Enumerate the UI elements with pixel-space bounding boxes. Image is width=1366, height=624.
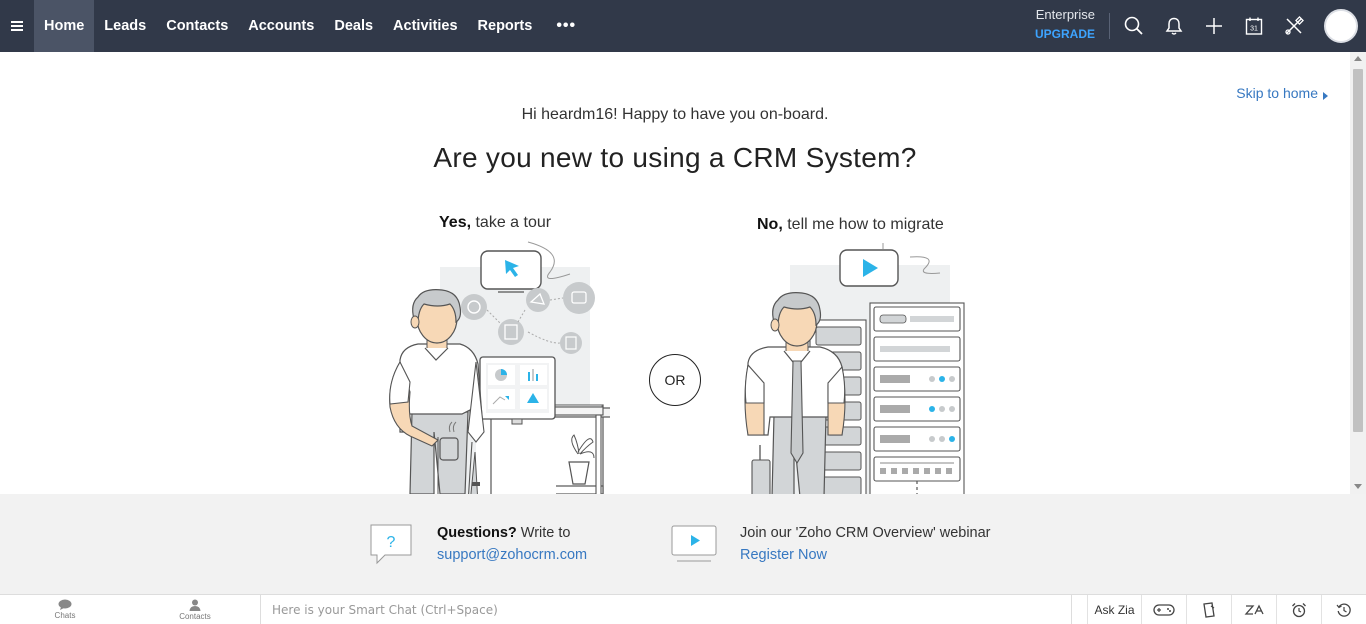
skip-label: Skip to home bbox=[1236, 85, 1318, 101]
skip-to-home-link[interactable]: Skip to home bbox=[1236, 85, 1328, 101]
calendar-day: 31 bbox=[1250, 26, 1258, 33]
questions-block: ? Questions? Write to support@zohocrm.co… bbox=[369, 494, 587, 594]
alarm-clock-icon[interactable] bbox=[1276, 595, 1321, 624]
scroll-thumb[interactable] bbox=[1353, 69, 1363, 432]
question-mark: ? bbox=[387, 534, 396, 551]
more-tabs-icon[interactable]: ••• bbox=[542, 0, 590, 52]
video-screen-icon bbox=[671, 525, 717, 562]
top-right-tools: Enterprise UPGRADE 31 bbox=[1035, 0, 1366, 52]
ask-zia-button[interactable]: Ask Zia bbox=[1087, 595, 1141, 624]
gamepad-icon[interactable] bbox=[1141, 595, 1186, 624]
history-icon[interactable] bbox=[1321, 595, 1366, 624]
chats-tab[interactable]: Chats bbox=[0, 595, 130, 624]
top-navigation-bar: Home Leads Contacts Accounts Deals Activ… bbox=[0, 0, 1366, 52]
nav-tab-accounts[interactable]: Accounts bbox=[238, 0, 324, 52]
webinar-block: Join our 'Zoho CRM Overview' webinar Reg… bbox=[671, 494, 991, 594]
option-no-bold: No, bbox=[757, 216, 783, 233]
nav-tab-reports[interactable]: Reports bbox=[468, 0, 543, 52]
nav-tab-leads[interactable]: Leads bbox=[94, 0, 156, 52]
option-yes-text: take a tour bbox=[471, 214, 552, 231]
user-avatar[interactable] bbox=[1324, 9, 1358, 43]
nav-tab-contacts[interactable]: Contacts bbox=[156, 0, 238, 52]
or-divider: OR bbox=[649, 354, 701, 406]
search-icon[interactable] bbox=[1114, 0, 1154, 52]
setup-tools-icon[interactable] bbox=[1274, 0, 1314, 52]
migrate-illustration[interactable] bbox=[740, 235, 970, 494]
nav-tab-activities[interactable]: Activities bbox=[383, 0, 467, 52]
option-migrate[interactable]: No, tell me how to migrate bbox=[757, 216, 944, 234]
main-nav: Home Leads Contacts Accounts Deals Activ… bbox=[34, 0, 590, 52]
nav-tab-deals[interactable]: Deals bbox=[324, 0, 383, 52]
bottom-bar: Chats Contacts Here is your Smart Chat (… bbox=[0, 594, 1366, 624]
option-yes-bold: Yes, bbox=[439, 214, 472, 231]
plan-info: Enterprise UPGRADE bbox=[1035, 7, 1110, 42]
webinar-label: Join our 'Zoho CRM Overview' webinar bbox=[740, 525, 991, 541]
option-take-tour[interactable]: Yes, take a tour bbox=[439, 214, 551, 232]
scroll-up-icon[interactable] bbox=[1354, 56, 1362, 61]
edition-label: Enterprise bbox=[1035, 6, 1095, 22]
zia-icon[interactable] bbox=[1231, 595, 1276, 624]
scroll-down-icon[interactable] bbox=[1354, 484, 1362, 489]
greeting-text: Hi heardm16! Happy to have you on-board. bbox=[521, 106, 829, 123]
chats-label: Chats bbox=[54, 611, 76, 620]
upgrade-link[interactable]: UPGRADE bbox=[1035, 26, 1095, 42]
help-band: ? Questions? Write to support@zohocrm.co… bbox=[0, 494, 1366, 594]
option-no-text: tell me how to migrate bbox=[782, 216, 944, 233]
contact-person-icon bbox=[189, 599, 201, 611]
chat-icon bbox=[58, 599, 72, 610]
contacts-label: Contacts bbox=[179, 611, 211, 621]
vertical-scrollbar[interactable] bbox=[1350, 52, 1366, 494]
webinar-text: Join our 'Zoho CRM Overview' webinar Reg… bbox=[740, 522, 991, 566]
menu-icon[interactable] bbox=[0, 0, 34, 52]
question-bubble-icon: ? bbox=[370, 524, 412, 565]
notes-icon[interactable] bbox=[1186, 595, 1231, 624]
questions-text: Questions? Write to support@zohocrm.com bbox=[437, 522, 587, 566]
support-email-link[interactable]: support@zohocrm.com bbox=[437, 544, 587, 566]
tour-illustration[interactable] bbox=[380, 232, 610, 494]
bell-icon[interactable] bbox=[1154, 0, 1194, 52]
bottom-tools: Ask Zia bbox=[1087, 595, 1366, 624]
onboarding-panel: Skip to home Hi heardm16! Happy to have … bbox=[0, 52, 1350, 494]
contacts-tab[interactable]: Contacts bbox=[130, 595, 260, 624]
questions-bold: Questions? bbox=[437, 525, 517, 541]
add-icon[interactable] bbox=[1194, 0, 1234, 52]
page-title: Are you new to using a CRM System? bbox=[433, 142, 917, 173]
caret-right-icon bbox=[1323, 92, 1328, 100]
nav-tab-home[interactable]: Home bbox=[34, 0, 95, 52]
smart-chat-input[interactable]: Here is your Smart Chat (Ctrl+Space) bbox=[260, 595, 1072, 624]
calendar-icon[interactable]: 31 bbox=[1234, 0, 1274, 52]
register-now-link[interactable]: Register Now bbox=[740, 544, 991, 566]
questions-label: Write to bbox=[516, 525, 571, 541]
